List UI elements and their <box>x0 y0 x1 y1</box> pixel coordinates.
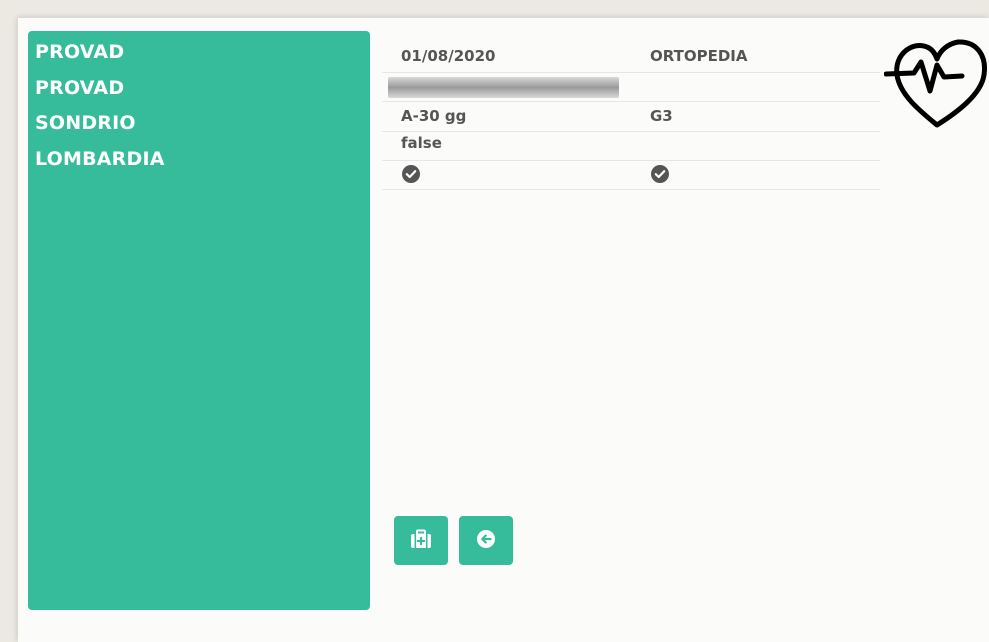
details-row: A-30 gg G3 <box>382 102 880 132</box>
sidebar-line-3: SONDRIO <box>35 112 136 134</box>
heart-pulse-icon <box>883 33 989 131</box>
flag-value: false <box>401 134 442 152</box>
grade-value: G3 <box>650 107 673 125</box>
details-row <box>382 161 880 190</box>
sidebar-line-1: PROVAD <box>35 41 125 63</box>
medkit-button[interactable] <box>394 516 448 565</box>
details-row: false <box>382 132 880 161</box>
specialty-value: ORTOPEDIA <box>650 47 748 65</box>
back-button[interactable] <box>459 516 513 565</box>
priority-value: A-30 gg <box>401 107 467 125</box>
redacted-field <box>388 77 619 98</box>
sidebar-panel: PROVAD PROVAD SONDRIO LOMBARDIA <box>28 31 370 610</box>
sidebar-line-4: LOMBARDIA <box>35 147 165 170</box>
details-row: 01/08/2020 ORTOPEDIA <box>382 42 880 73</box>
check-circle-icon <box>651 165 669 183</box>
date-value: 01/08/2020 <box>401 47 496 65</box>
details-row <box>382 73 880 102</box>
sidebar-line-2: PROVAD <box>35 76 125 99</box>
medkit-icon <box>410 529 432 553</box>
check-circle-icon <box>402 165 420 183</box>
arrow-left-circle-icon <box>477 529 495 552</box>
details-table: 01/08/2020 ORTOPEDIA A-30 gg G3 false <box>382 42 880 190</box>
